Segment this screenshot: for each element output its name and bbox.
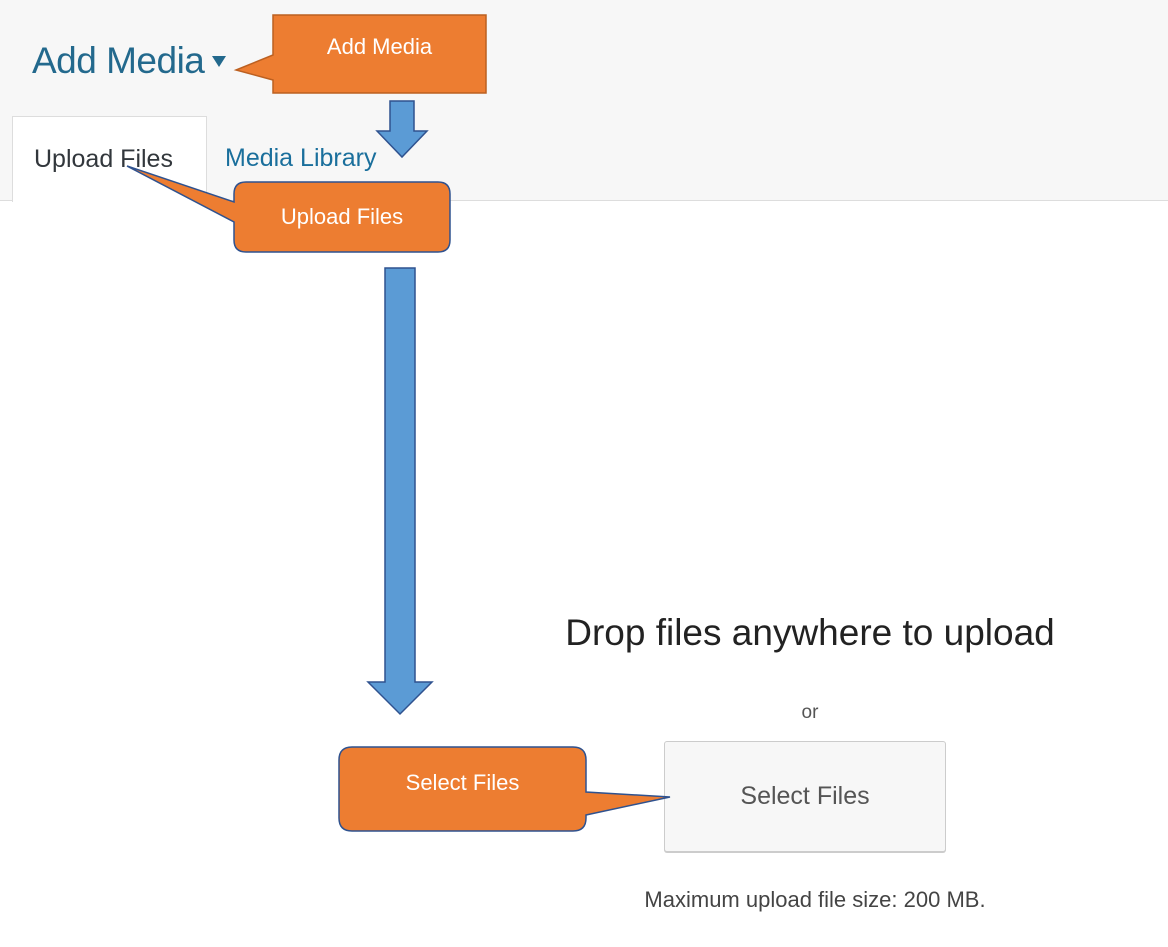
callout-upload-files-label: Upload Files (280, 204, 404, 229)
page-title: Add Media (32, 40, 205, 81)
callout-add-media-label: Add Media (326, 34, 433, 59)
arrow-down-long (366, 267, 434, 716)
tab-upload-files[interactable]: Upload Files (12, 116, 207, 202)
max-upload-size-note: Maximum upload file size: 200 MB. (644, 887, 986, 912)
drop-zone-heading: Drop files anywhere to upload (565, 612, 1055, 653)
title-row[interactable]: Add Media (32, 40, 227, 82)
caret-down-icon[interactable] (212, 55, 227, 67)
tab-media-library[interactable]: Media Library (225, 116, 376, 201)
select-files-button[interactable]: Select Files (664, 741, 946, 852)
or-separator: or (801, 702, 819, 723)
callout-select-files-label: Select Files (405, 770, 520, 795)
